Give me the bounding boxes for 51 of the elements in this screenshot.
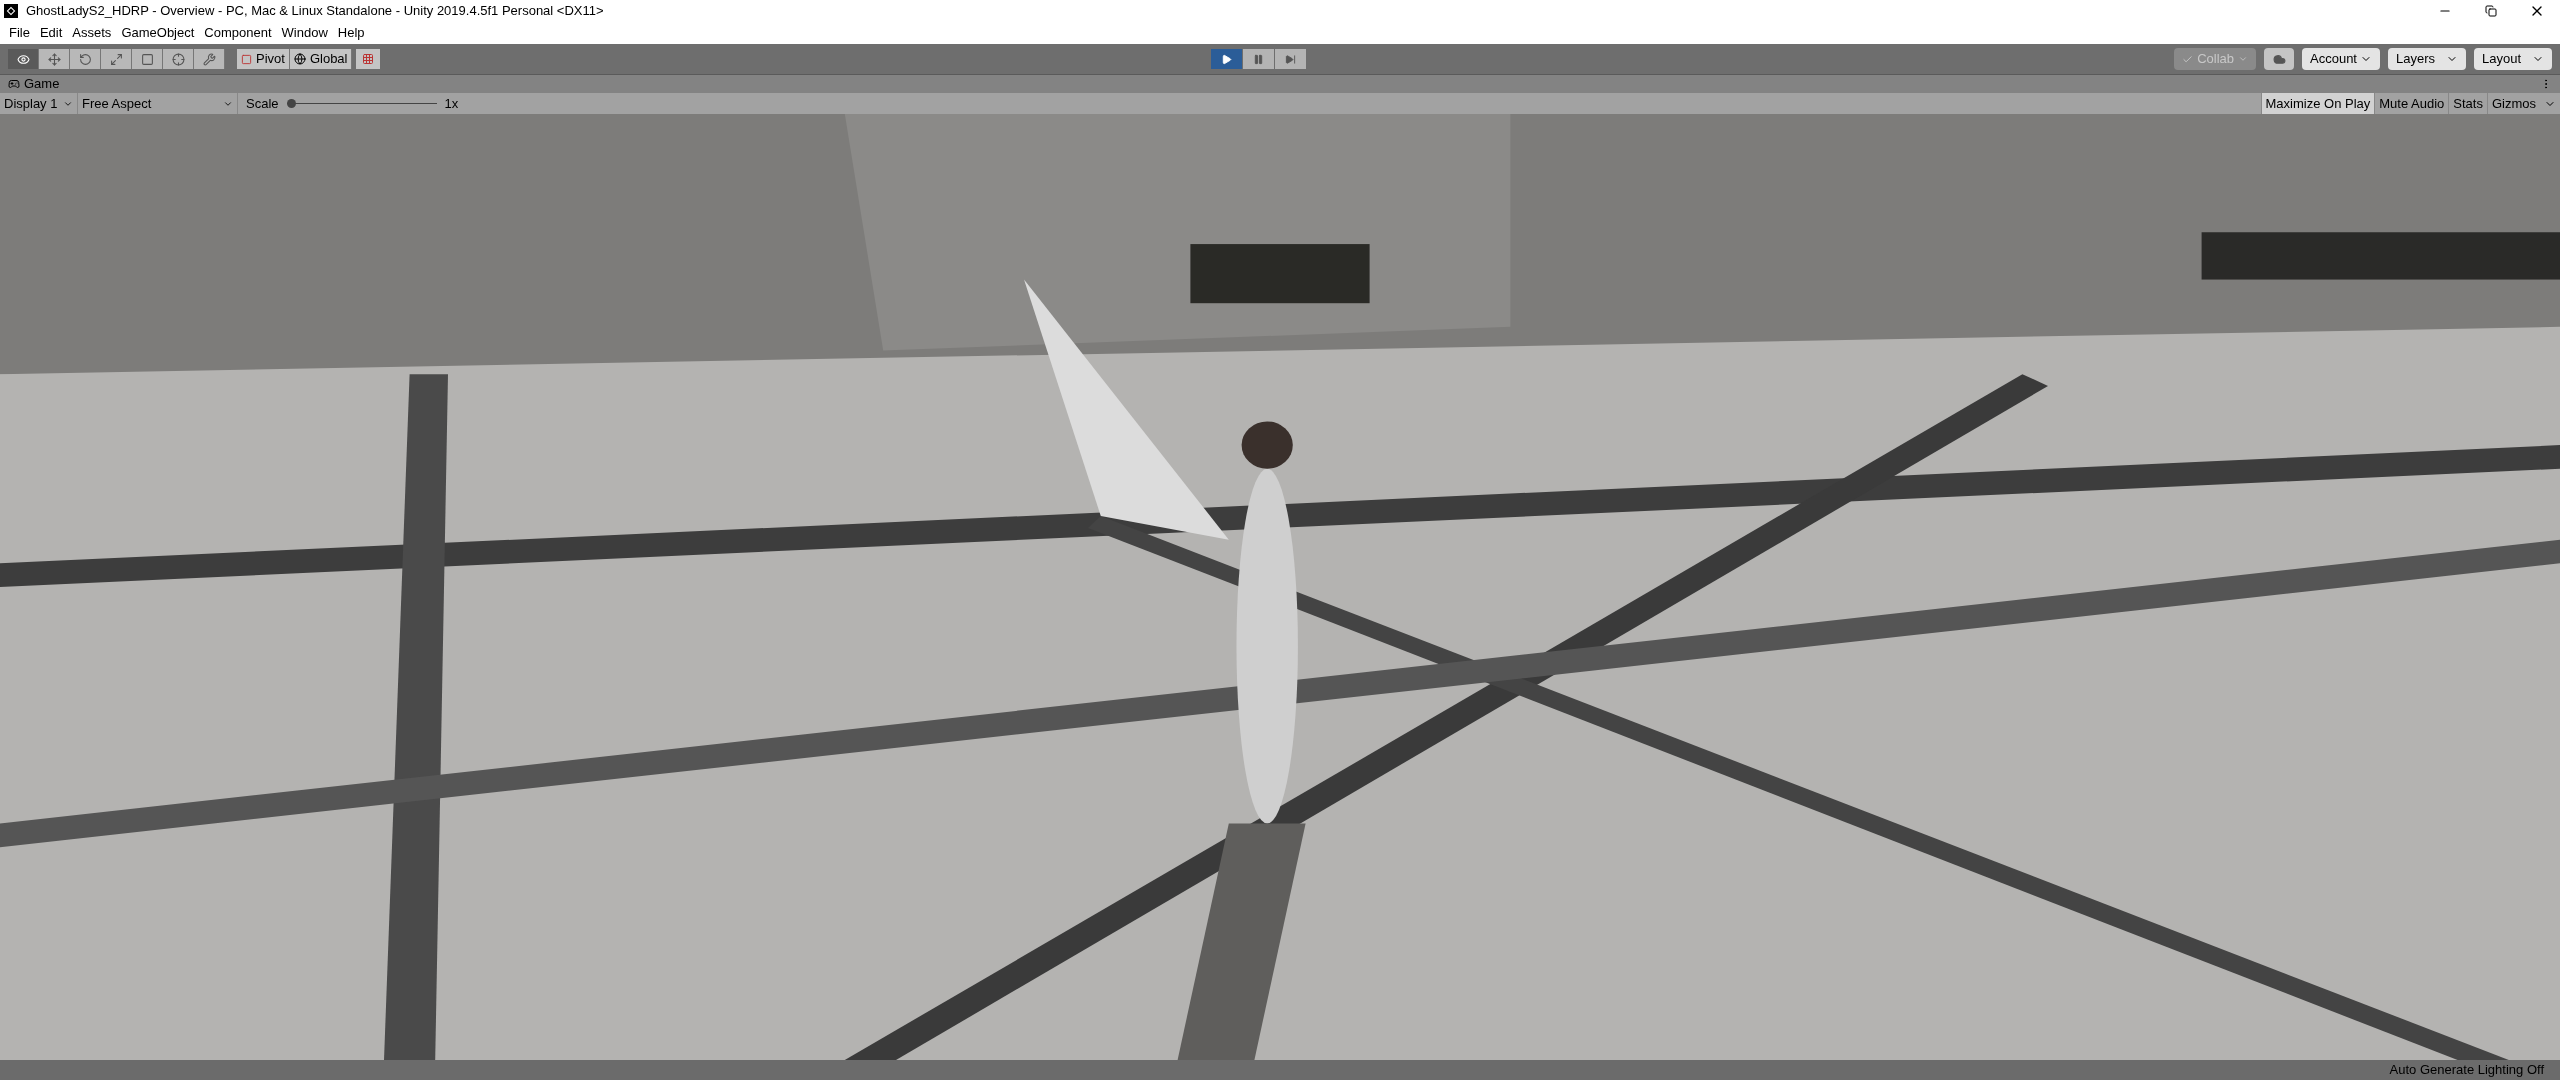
game-tab[interactable]: Game bbox=[8, 74, 60, 94]
transform-icon-button[interactable] bbox=[163, 49, 194, 69]
eye-icon-button[interactable] bbox=[8, 49, 39, 69]
rotate-icon-button[interactable] bbox=[70, 49, 101, 69]
menu-item[interactable]: Help bbox=[332, 23, 370, 43]
menu-item[interactable]: Component bbox=[199, 23, 277, 43]
cloud-button[interactable] bbox=[2264, 48, 2294, 70]
menu-item[interactable]: Assets bbox=[67, 23, 117, 43]
scale-icon-button[interactable] bbox=[101, 49, 132, 69]
global-button[interactable]: Global bbox=[289, 49, 353, 69]
snap-button[interactable] bbox=[356, 49, 381, 69]
menu-item[interactable]: Edit bbox=[34, 23, 68, 43]
pause-icon bbox=[1253, 53, 1264, 65]
menu-item[interactable]: Window bbox=[276, 23, 333, 43]
unity-logo-icon bbox=[4, 4, 18, 18]
rect-icon-button[interactable] bbox=[132, 49, 163, 69]
caret-icon bbox=[2238, 54, 2248, 64]
pause-button[interactable] bbox=[1243, 49, 1274, 69]
step-icon bbox=[1285, 53, 1296, 65]
slider-thumb[interactable] bbox=[286, 99, 296, 108]
gamepad-icon bbox=[8, 78, 20, 90]
pivot-icon bbox=[241, 53, 252, 65]
toggle-button[interactable]: Maximize On Play bbox=[2260, 93, 2375, 114]
scale-label: Scale bbox=[246, 94, 279, 113]
scale-slider[interactable] bbox=[286, 98, 437, 109]
status-text: Auto Generate Lighting Off bbox=[2389, 1061, 2544, 1080]
menu-item[interactable]: File bbox=[4, 23, 35, 43]
move-icon bbox=[47, 52, 61, 66]
play-button[interactable] bbox=[1211, 49, 1242, 69]
step-button[interactable] bbox=[1275, 49, 1306, 69]
play-icon bbox=[1221, 53, 1232, 65]
pivot-button[interactable]: Pivot bbox=[237, 49, 290, 69]
eye-icon bbox=[16, 52, 30, 66]
scale-value: 1x bbox=[444, 94, 459, 113]
wrench-icon bbox=[202, 52, 216, 66]
scale-icon bbox=[109, 52, 123, 66]
rotate-icon bbox=[78, 52, 92, 66]
wrench-icon-button[interactable] bbox=[194, 49, 225, 69]
menu-item[interactable]: GameObject bbox=[116, 23, 200, 43]
check-icon bbox=[2182, 53, 2194, 65]
cloud-icon bbox=[2272, 52, 2286, 66]
grid-icon bbox=[362, 53, 375, 65]
transform-icon bbox=[171, 52, 185, 66]
rect-icon bbox=[140, 52, 154, 66]
move-icon-button[interactable] bbox=[39, 49, 70, 69]
account-dropdown[interactable]: Account bbox=[2302, 48, 2380, 70]
globe-icon bbox=[293, 53, 306, 65]
window-title: GhostLadyS2_HDRP - Overview - PC, Mac & Linux Standalone - Unity 2019.4.5f1 Personal <DX11> bbox=[26, 2, 604, 21]
layers-dropdown[interactable]: Layers bbox=[2388, 48, 2466, 70]
layout-dropdown[interactable]: Layout bbox=[2474, 48, 2552, 70]
restore-icon bbox=[2485, 5, 2497, 17]
